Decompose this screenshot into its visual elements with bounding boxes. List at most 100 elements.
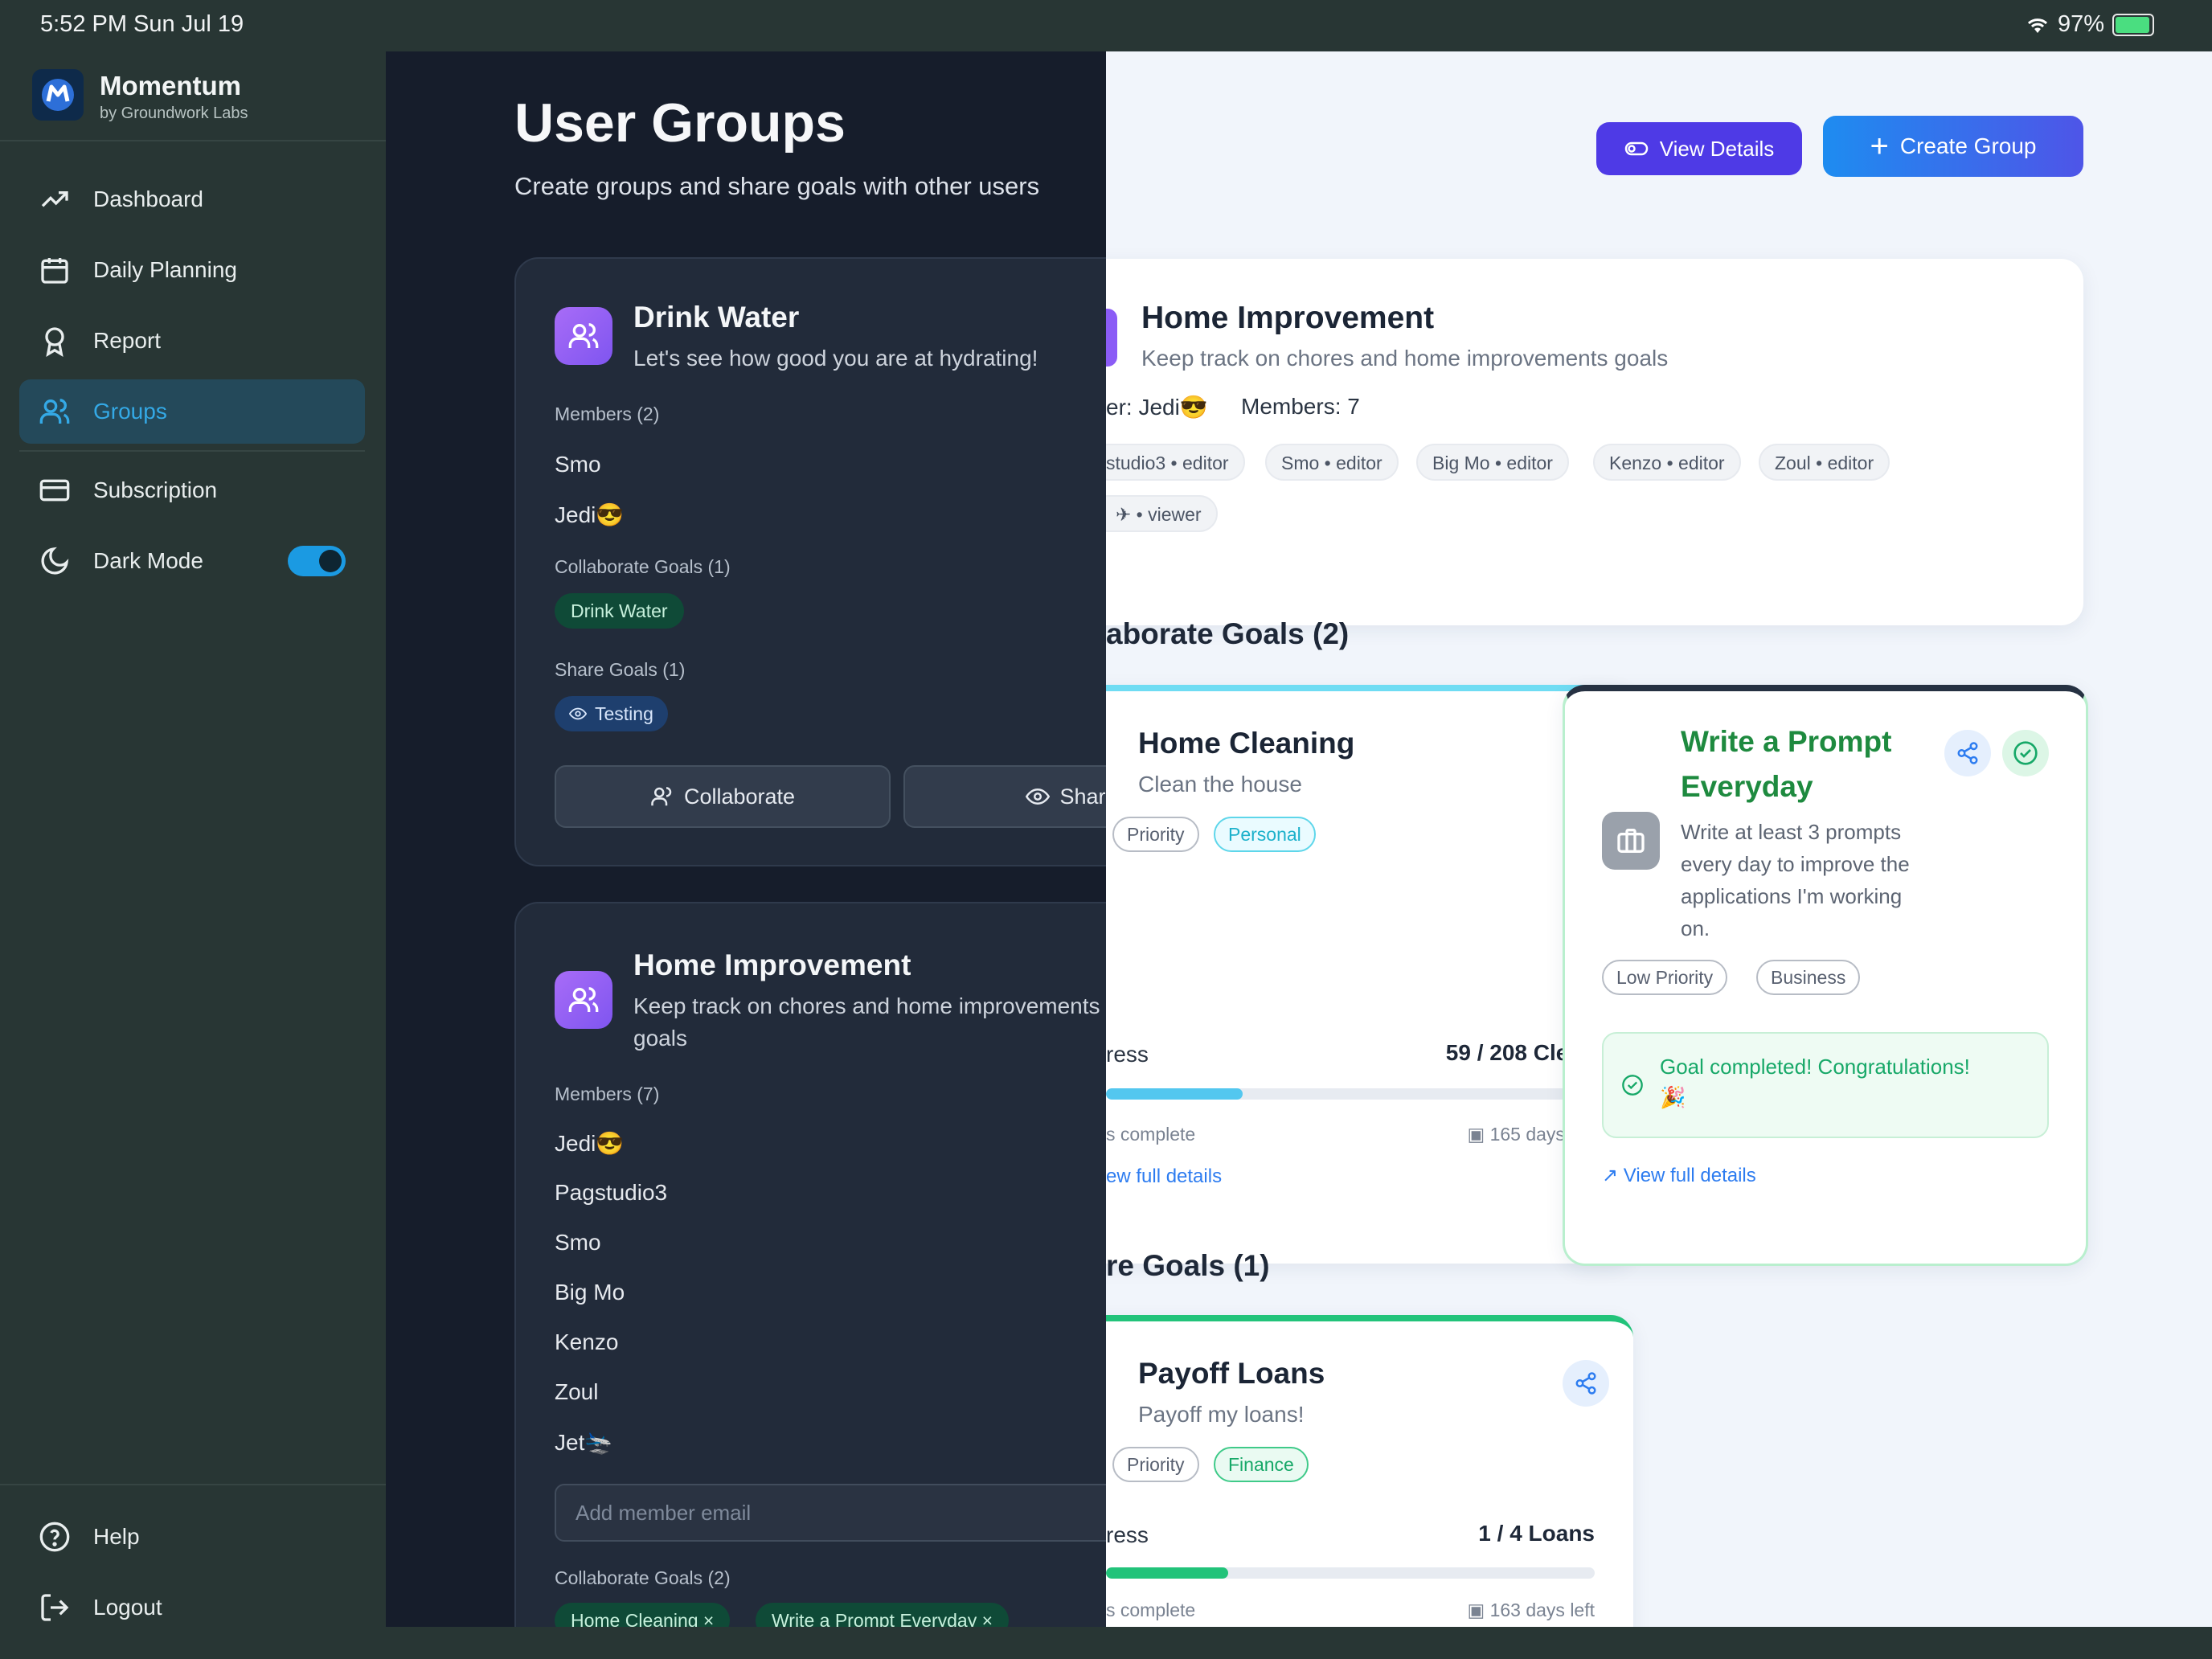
sidebar-item-label: Logout: [93, 1595, 162, 1620]
share-goal-button[interactable]: [1563, 1360, 1609, 1407]
help-circle-icon: [37, 1519, 72, 1555]
collab-goal-chip[interactable]: Home Cleaning ×: [555, 1603, 731, 1627]
share-button[interactable]: Shar: [903, 765, 1106, 828]
view-details-button[interactable]: View Details: [1596, 122, 1802, 175]
completed-check-button[interactable]: [2002, 730, 2049, 776]
dark-mode-toggle[interactable]: [288, 546, 346, 576]
percent-complete: s complete: [1106, 1124, 1196, 1145]
goal-description: on.: [1681, 916, 1710, 940]
remove-x-icon[interactable]: ×: [982, 1610, 993, 1627]
logout-icon: [37, 1590, 72, 1625]
moon-icon: [37, 543, 72, 579]
app-logo: [32, 69, 84, 121]
collab-goal-label: Write a Prompt Everyday: [772, 1610, 977, 1627]
member-role-chip: Kenzo • editor: [1593, 444, 1741, 481]
credit-card-icon: [37, 473, 72, 508]
users-icon: [651, 787, 672, 806]
briefcase-icon: [1602, 812, 1660, 870]
goal-title: Write a Prompt: [1681, 725, 1892, 758]
member-role-chip: studio3 • editor: [1106, 444, 1245, 481]
award-icon: [37, 323, 72, 358]
sidebar-item-help[interactable]: Help: [19, 1505, 365, 1569]
category-badge: Finance: [1214, 1447, 1309, 1482]
check-circle-icon: [1622, 1075, 1643, 1096]
sidebar-divider: [19, 450, 365, 452]
party-emoji: 🎉: [1660, 1085, 1686, 1109]
battery-icon: [2112, 13, 2154, 36]
users-icon: [37, 394, 72, 429]
collab-goals-label: Collaborate Goals (1): [555, 556, 731, 577]
create-group-button[interactable]: + Create Group: [1823, 116, 2083, 177]
days-left: ▣ 163 days left: [1467, 1600, 1595, 1621]
member-name: Smo: [555, 452, 601, 477]
view-full-details-link[interactable]: ↗ View full details: [1602, 1164, 1756, 1187]
goal-completed-banner: Goal completed! Congratulations! 🎉: [1602, 1032, 2049, 1138]
share-goals-label: Share Goals (1): [555, 659, 686, 680]
member-name: Jedi😎: [555, 502, 625, 527]
plus-icon: +: [1870, 129, 1889, 164]
sidebar-item-label: Daily Planning: [93, 257, 237, 282]
goal-title: Payoff Loans: [1138, 1357, 1325, 1390]
category-badge: Personal: [1214, 817, 1316, 852]
share-label: Shar: [1059, 784, 1106, 809]
sidebar-item-label: Help: [93, 1524, 140, 1549]
progress-bar: [1106, 1088, 1595, 1100]
share-goal-chip[interactable]: Testing: [555, 696, 668, 731]
group-detail-card: Home Improvement Keep track on chores an…: [1106, 259, 2083, 625]
share-goal-label: Testing: [595, 703, 653, 724]
sidebar-item-dark-mode: Dark Mode: [19, 529, 365, 593]
create-group-label: Create Group: [1899, 133, 2037, 158]
group-description: Keep track on chores and home improvemen…: [633, 993, 1100, 1018]
collab-goals-label: Collaborate Goals (2): [555, 1567, 731, 1588]
group-title: Drink Water: [633, 301, 800, 334]
view-details-label: View Details: [1659, 136, 1775, 161]
collab-goal-chip[interactable]: Drink Water: [555, 593, 684, 629]
share-icon: [1957, 742, 1978, 764]
collaborate-label: Collaborate: [683, 784, 796, 809]
dark-mode-panel: User Groups Create groups and share goal…: [386, 51, 1106, 1627]
sidebar-divider: [0, 140, 386, 141]
sidebar-item-groups[interactable]: Groups: [19, 379, 365, 444]
member-name: Big Mo: [555, 1280, 625, 1305]
trending-up-icon: [37, 182, 72, 217]
page-subtitle: Create groups and share goals with other…: [514, 172, 1040, 200]
sidebar-item-daily-planning[interactable]: Daily Planning: [19, 238, 365, 302]
goal-card-payoff-loans: Payoff Loans Payoff my loans! Priority F…: [1106, 1315, 1633, 1627]
collaborate-button[interactable]: Collaborate: [555, 765, 891, 828]
remove-x-icon[interactable]: ×: [703, 1610, 714, 1627]
member-role-chip: Smo • editor: [1265, 444, 1399, 481]
member-name: Zoul: [555, 1379, 599, 1404]
collab-goal-label: Home Cleaning: [571, 1610, 698, 1627]
status-right: 97%: [2026, 11, 2154, 38]
progress-bar: [1106, 1567, 1595, 1579]
share-goal-button[interactable]: [1944, 730, 1991, 776]
sidebar-item-label: Subscription: [93, 477, 218, 502]
view-full-details-link[interactable]: ew full details: [1106, 1165, 1222, 1188]
link-label: View full details: [1623, 1165, 1756, 1186]
group-users-icon: [555, 971, 612, 1029]
collab-goal-chip[interactable]: Write a Prompt Everyday ×: [756, 1603, 1010, 1627]
progress-value: 1 / 4 Loans: [1478, 1521, 1595, 1546]
days-left-label: 163 days left: [1489, 1600, 1595, 1620]
eye-icon: [1026, 788, 1051, 805]
sidebar-item-dashboard[interactable]: Dashboard: [19, 167, 365, 231]
member-role-chip: Big Mo • editor: [1416, 444, 1569, 481]
member-role-chip: Zoul • editor: [1759, 444, 1890, 481]
sidebar-item-logout[interactable]: Logout: [19, 1575, 365, 1640]
toggle-icon: [1624, 141, 1648, 156]
sidebar-item-label: Dark Mode: [93, 548, 203, 573]
congrats-text: Goal completed! Congratulations!: [1660, 1055, 1970, 1079]
sidebar-item-report[interactable]: Report: [19, 309, 365, 373]
sidebar-item-label: Groups: [93, 399, 167, 424]
share-goals-heading: re Goals (1): [1106, 1249, 1270, 1282]
battery-percent: 97%: [2057, 11, 2104, 37]
share-icon: [1575, 1372, 1596, 1395]
goal-description: applications I'm working: [1681, 884, 1903, 908]
add-member-email-input[interactable]: Add member email: [555, 1484, 1106, 1542]
member-name: Pagstudio3: [555, 1180, 668, 1205]
wifi-icon: [2027, 18, 2047, 33]
sidebar-item-label: Report: [93, 328, 162, 353]
sidebar-item-subscription[interactable]: Subscription: [19, 458, 365, 522]
priority-badge: Priority: [1112, 1447, 1199, 1482]
members-label: Members (2): [555, 403, 660, 424]
